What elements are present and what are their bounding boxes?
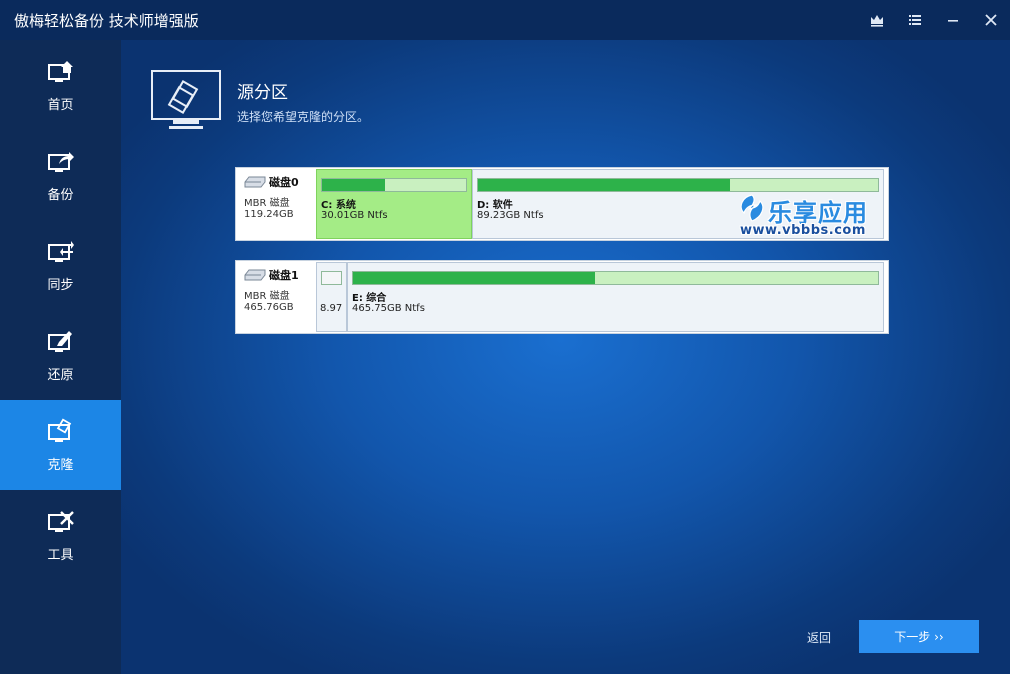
usage-bar-fill bbox=[322, 179, 386, 191]
menu-button[interactable] bbox=[896, 0, 934, 40]
sidebar: 首页 备份 同步 还原 克隆 工具 bbox=[0, 40, 121, 674]
sidebar-item-label: 克隆 bbox=[47, 457, 74, 473]
partition-size: 89.23GB Ntfs bbox=[477, 210, 544, 221]
watermark: 乐享应用 www.vbbbs.com bbox=[736, 193, 886, 241]
partition-name: D: 软件 bbox=[477, 200, 513, 211]
page-title: 源分区 bbox=[237, 83, 288, 103]
sidebar-item-label: 首页 bbox=[47, 97, 74, 113]
home-monitor-icon bbox=[47, 60, 73, 82]
partition-name: C: 系统 bbox=[321, 200, 356, 211]
disk-size: 119.24GB bbox=[244, 209, 294, 220]
hard-disk-icon bbox=[244, 269, 266, 281]
sidebar-item-home[interactable]: 首页 bbox=[0, 40, 121, 130]
clone-monitor-icon bbox=[47, 417, 71, 442]
disk-size: 465.76GB bbox=[244, 302, 294, 313]
disk-name: 磁盘1 bbox=[244, 267, 316, 283]
minimize-button[interactable] bbox=[934, 0, 972, 40]
disk-type: MBR 磁盘 bbox=[244, 291, 290, 302]
usage-bar-fill bbox=[478, 179, 730, 191]
clone-partition-header-icon bbox=[151, 70, 221, 129]
menu-icon bbox=[909, 15, 921, 25]
title-bar: 傲梅轻松备份 技术师增强版 bbox=[0, 0, 1010, 40]
app-title: 傲梅轻松备份 技术师增强版 bbox=[14, 11, 199, 30]
sync-monitor-icon bbox=[47, 240, 74, 262]
sidebar-item-clone[interactable]: 克隆 bbox=[0, 400, 121, 490]
sidebar-item-label: 还原 bbox=[47, 367, 74, 383]
partition-e[interactable]: E: 综合 465.75GB Ntfs bbox=[347, 262, 884, 332]
usage-bar bbox=[321, 271, 342, 285]
watermark-logo-icon bbox=[740, 194, 764, 222]
partition-c[interactable]: C: 系统 30.01GB Ntfs bbox=[316, 169, 472, 239]
sidebar-item-label: 备份 bbox=[47, 187, 74, 203]
disk-name-label: 磁盘1 bbox=[269, 269, 299, 282]
sidebar-item-backup[interactable]: 备份 bbox=[0, 130, 121, 220]
next-button[interactable]: 下一步 ›› bbox=[859, 620, 979, 653]
partition-small[interactable]: 8.97 bbox=[316, 262, 347, 332]
crown-icon bbox=[871, 15, 883, 27]
usage-bar bbox=[352, 271, 879, 285]
sidebar-item-tools[interactable]: 工具 bbox=[0, 490, 121, 580]
restore-monitor-icon bbox=[47, 330, 72, 352]
page-subtitle: 选择您希望克隆的分区。 bbox=[237, 110, 370, 124]
disk-row-1: 磁盘1 MBR 磁盘 465.76GB 8.97 E: 综合 465.75GB … bbox=[235, 260, 889, 334]
close-button[interactable] bbox=[972, 0, 1010, 40]
sidebar-item-label: 同步 bbox=[47, 277, 74, 293]
partition-size: 8.97 bbox=[320, 303, 343, 314]
disk-name-label: 磁盘0 bbox=[269, 176, 299, 189]
upgrade-crown-button[interactable] bbox=[858, 0, 896, 40]
back-button[interactable]: 返回 bbox=[807, 629, 831, 646]
sidebar-item-sync[interactable]: 同步 bbox=[0, 220, 121, 310]
sidebar-item-restore[interactable]: 还原 bbox=[0, 310, 121, 400]
backup-monitor-icon bbox=[47, 151, 74, 172]
tools-monitor-icon bbox=[47, 510, 74, 532]
partition-size: 30.01GB Ntfs bbox=[321, 210, 388, 221]
window-controls bbox=[858, 0, 1010, 40]
hard-disk-icon bbox=[244, 176, 266, 188]
minimize-icon bbox=[948, 20, 958, 22]
usage-bar bbox=[477, 178, 879, 192]
partition-size: 465.75GB Ntfs bbox=[352, 303, 425, 314]
sidebar-item-label: 工具 bbox=[47, 547, 74, 563]
usage-bar bbox=[321, 178, 467, 192]
partition-name: E: 综合 bbox=[352, 293, 387, 304]
usage-bar-fill bbox=[353, 272, 595, 284]
disk-info: 磁盘0 MBR 磁盘 119.24GB bbox=[236, 168, 316, 240]
watermark-text-en: www.vbbbs.com bbox=[740, 223, 866, 238]
close-icon bbox=[985, 14, 997, 26]
disk-info: 磁盘1 MBR 磁盘 465.76GB bbox=[236, 261, 316, 333]
disk-name: 磁盘0 bbox=[244, 174, 316, 190]
disk-type: MBR 磁盘 bbox=[244, 198, 290, 209]
main-content: 源分区 选择您希望克隆的分区。 磁盘0 MBR 磁盘 119.24GB C: 系… bbox=[121, 40, 1010, 674]
